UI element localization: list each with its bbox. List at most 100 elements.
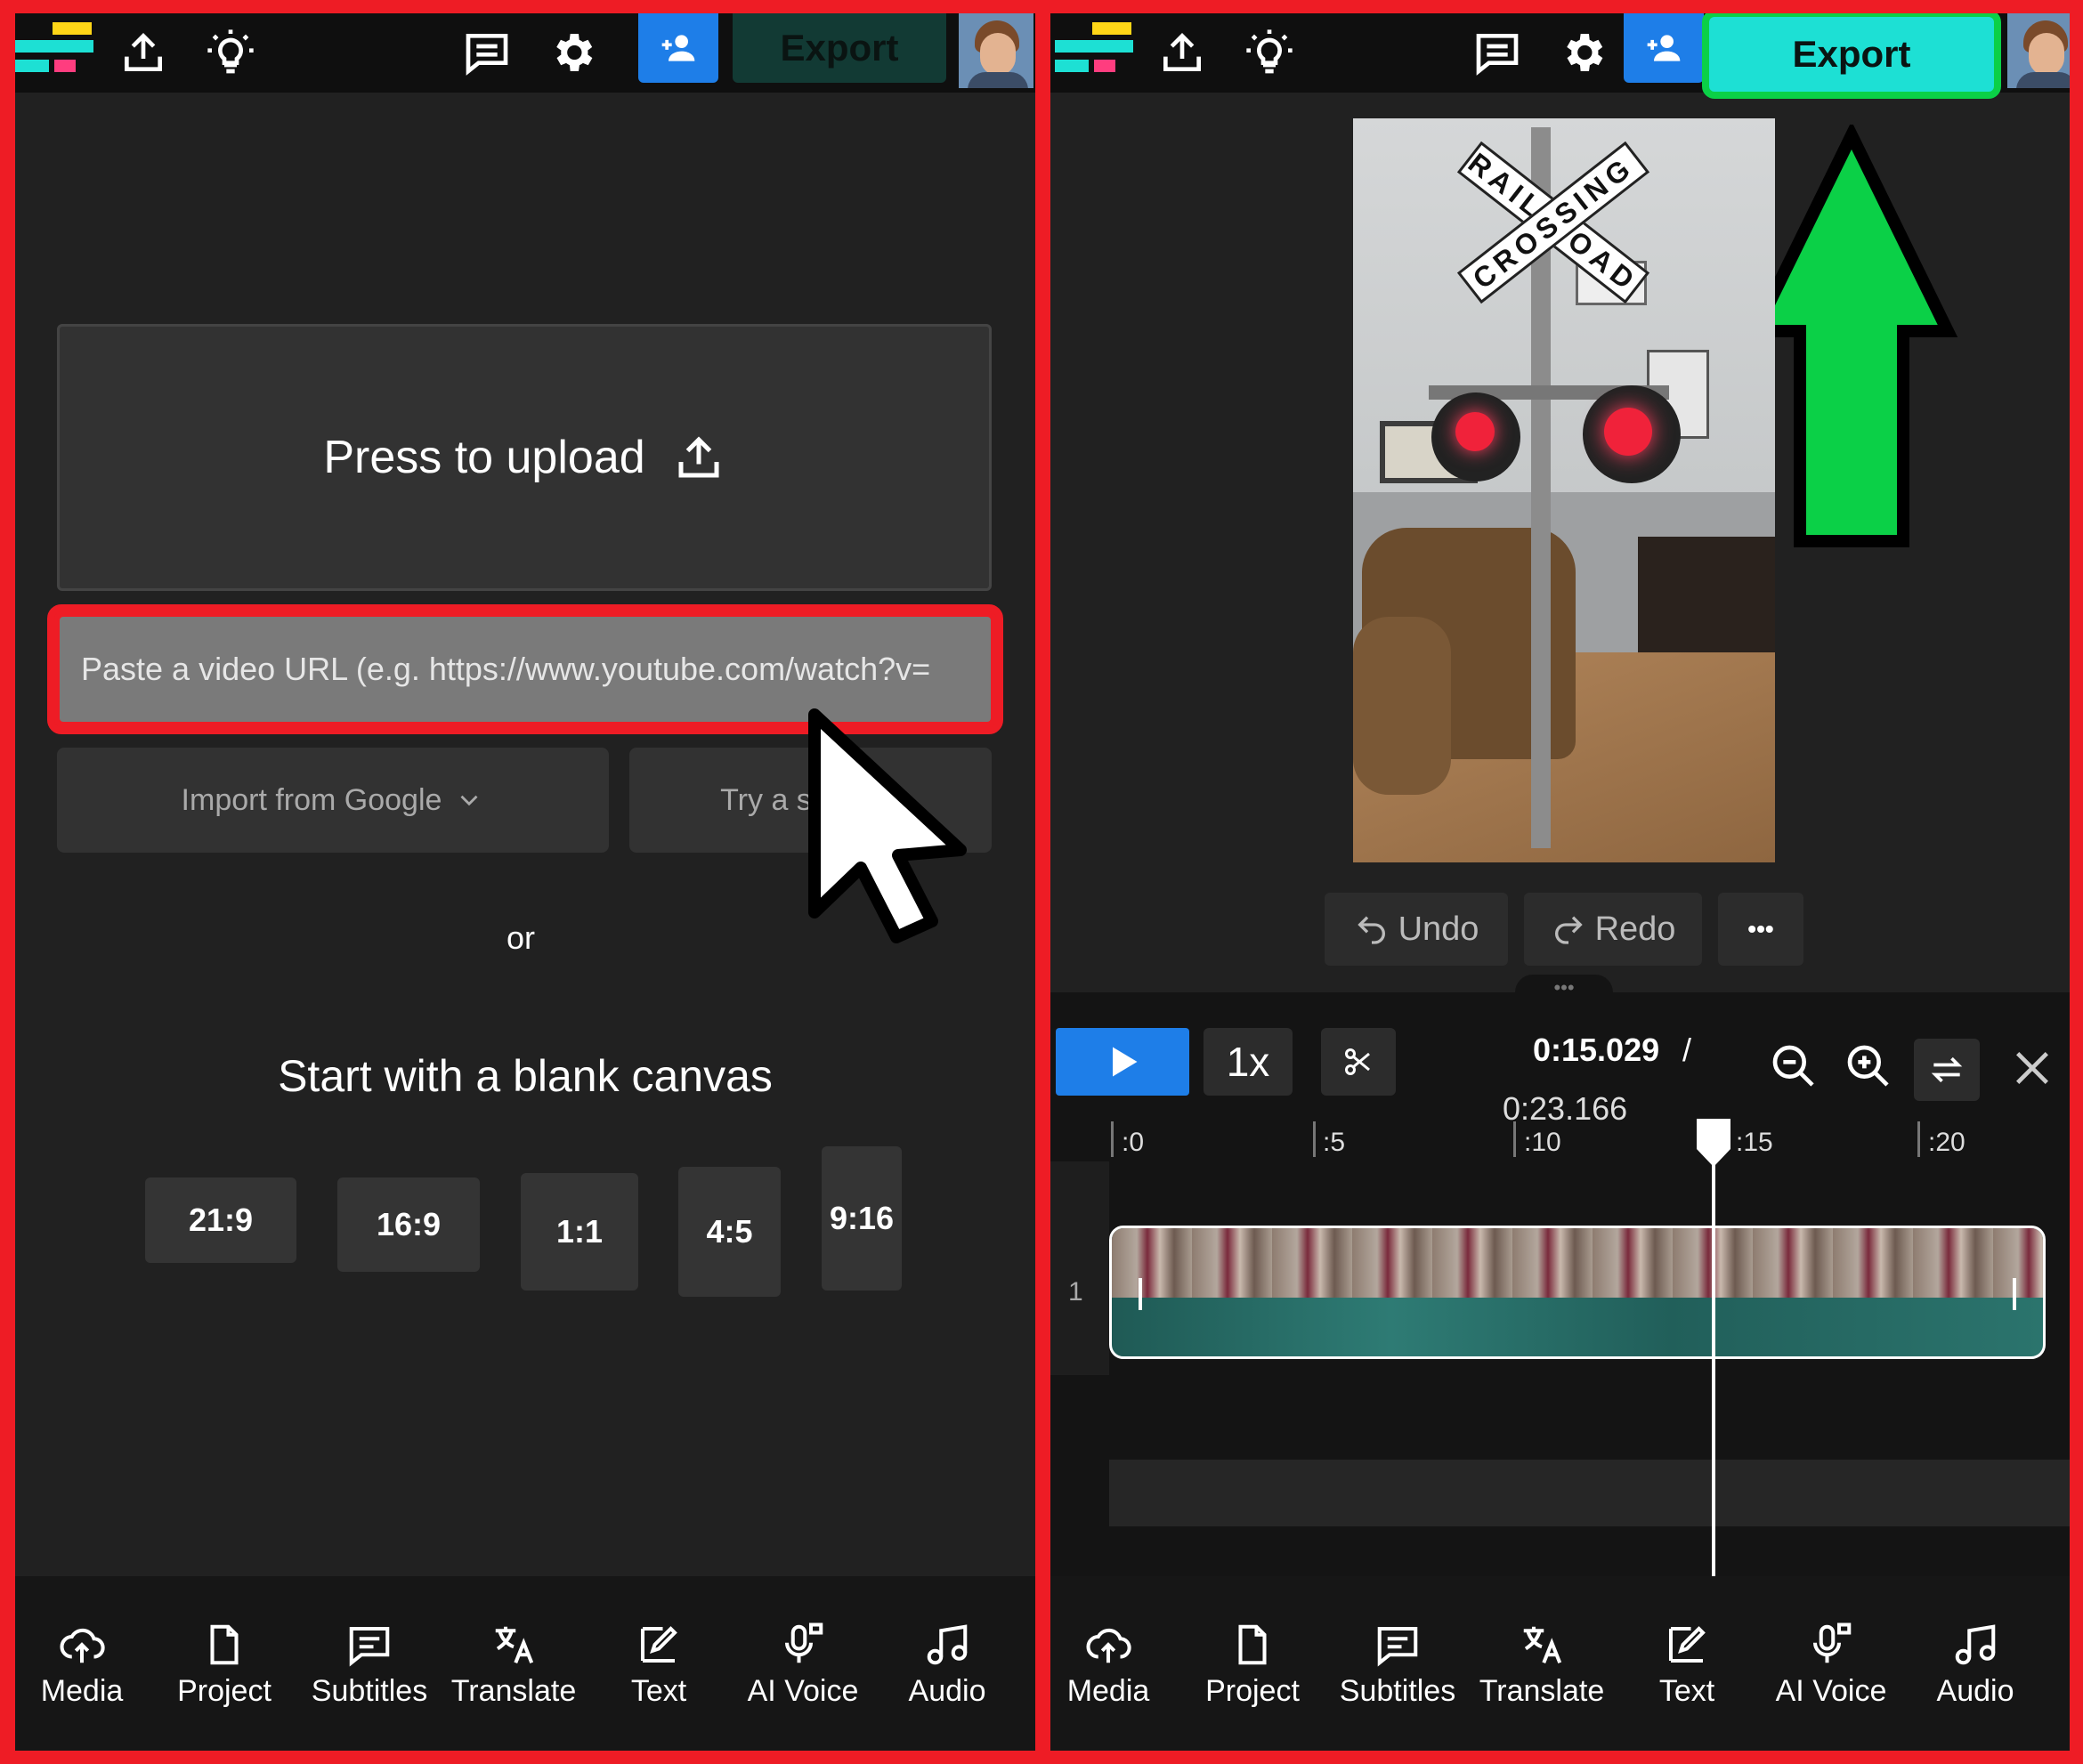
close-timeline-button[interactable]	[2001, 1037, 2063, 1099]
nav-text[interactable]: Text	[1620, 1621, 1754, 1709]
nav-label: Translate	[1479, 1674, 1605, 1708]
playhead[interactable]	[1712, 1119, 1715, 1589]
current-time: 0:15.029	[1533, 1032, 1660, 1068]
fit-timeline-button[interactable]	[1914, 1039, 1980, 1101]
clip-handle-left[interactable]	[1139, 1278, 1142, 1310]
upload-dropzone[interactable]: Press to upload	[57, 324, 992, 591]
swap-arrows-icon	[1931, 1056, 1963, 1083]
nav-label: Project	[1205, 1674, 1300, 1708]
ratio-label: 4:5	[706, 1213, 753, 1250]
more-options-button[interactable]: •••	[1718, 893, 1803, 966]
nav-label: Text	[1658, 1674, 1715, 1708]
nav-label: AI Voice	[1775, 1674, 1887, 1708]
nav-audio[interactable]: Audio	[880, 1621, 1014, 1709]
zoom-out-button[interactable]	[1763, 1035, 1825, 1097]
ruler-tick	[1917, 1121, 1920, 1157]
zoom-in-button[interactable]	[1837, 1035, 1900, 1097]
ruler-tick	[1513, 1121, 1516, 1157]
file-icon	[210, 1624, 239, 1665]
ruler-label: :10	[1524, 1128, 1561, 1157]
nav-project[interactable]: Project	[1186, 1621, 1319, 1709]
nav-label: Text	[630, 1674, 687, 1708]
redo-label: Redo	[1594, 910, 1676, 948]
nav-media[interactable]: Media	[15, 1621, 149, 1709]
ruler-label: :20	[1928, 1128, 1965, 1157]
timeline-drag-handle[interactable]: •••	[1515, 975, 1613, 1010]
upload-icon[interactable]	[1154, 24, 1211, 81]
bottom-nav: Media Project Subtitles Translate Text A…	[15, 1576, 1035, 1751]
music-note-icon	[927, 1624, 968, 1665]
nav-ai-voice[interactable]: AI Voice	[1764, 1621, 1898, 1709]
nav-label: AI Voice	[747, 1674, 859, 1708]
ratio-9-16-button[interactable]: 9:16	[822, 1146, 902, 1291]
speed-label: 1x	[1226, 1039, 1270, 1085]
comments-icon[interactable]	[1469, 24, 1526, 81]
playhead-marker-icon[interactable]	[1695, 1117, 1732, 1169]
nav-label: Media	[1066, 1674, 1150, 1708]
microphone-icon	[784, 1622, 823, 1663]
invite-button[interactable]	[1624, 13, 1704, 83]
redo-button[interactable]: Redo	[1524, 893, 1702, 966]
upload-icon[interactable]	[115, 24, 172, 81]
nav-translate[interactable]: Translate	[1475, 1621, 1609, 1709]
cloud-upload-icon	[1086, 1628, 1131, 1663]
left-panel: Export Press to upload Import from Googl…	[15, 13, 1035, 1751]
playback-speed-button[interactable]: 1x	[1204, 1028, 1293, 1096]
nav-label: Audio	[1936, 1674, 2014, 1708]
zoom-out-icon	[1772, 1045, 1814, 1087]
nav-ai-voice[interactable]: AI Voice	[736, 1621, 870, 1709]
chevron-down-icon	[460, 795, 478, 806]
invite-button[interactable]	[638, 13, 718, 83]
edit-text-icon	[1668, 1626, 1706, 1663]
ratio-label: 21:9	[188, 1202, 254, 1238]
timeline-ruler[interactable]	[1109, 1121, 2070, 1162]
lightbulb-icon[interactable]	[202, 24, 259, 81]
nav-media[interactable]: Media	[1050, 1621, 1175, 1709]
ratio-1-1-button[interactable]: 1:1	[521, 1173, 638, 1291]
nav-translate[interactable]: Translate	[447, 1621, 580, 1709]
avatar[interactable]	[2007, 13, 2070, 88]
export-button[interactable]: Export	[1702, 13, 2001, 99]
zoom-in-icon	[1847, 1045, 1889, 1087]
translate-icon	[495, 1626, 534, 1664]
redo-icon	[1554, 916, 1583, 944]
mouse-pointer-icon	[808, 708, 967, 943]
nav-project[interactable]: Project	[158, 1621, 291, 1709]
play-icon	[1113, 1047, 1138, 1077]
settings-gear-icon[interactable]	[544, 24, 601, 81]
clip-handle-right[interactable]	[2013, 1278, 2016, 1310]
video-preview[interactable]: RAIL ROAD CROSSING	[1353, 118, 1775, 862]
ratio-4-5-button[interactable]: 4:5	[678, 1167, 781, 1297]
import-from-google-button[interactable]: Import from Google	[57, 748, 609, 853]
nav-subtitles[interactable]: Subtitles	[303, 1621, 436, 1709]
nav-label: Media	[40, 1674, 124, 1708]
comments-icon[interactable]	[458, 24, 515, 81]
file-icon	[1238, 1624, 1267, 1665]
nav-audio[interactable]: Audio	[1909, 1621, 2042, 1709]
ratio-label: 9:16	[829, 1200, 895, 1236]
nav-text[interactable]: Text	[592, 1621, 725, 1709]
or-divider-text: or	[507, 919, 536, 956]
nav-label: Subtitles	[1339, 1674, 1456, 1708]
undo-button[interactable]: Undo	[1325, 893, 1508, 966]
avatar[interactable]	[959, 13, 1033, 88]
app-logo[interactable]	[15, 19, 95, 76]
ratio-label: 16:9	[376, 1206, 442, 1242]
green-arrow-annotation	[1745, 125, 1958, 547]
play-button[interactable]	[1056, 1028, 1189, 1096]
nav-label: Audio	[908, 1674, 986, 1708]
nav-subtitles[interactable]: Subtitles	[1331, 1621, 1464, 1709]
split-button[interactable]	[1321, 1028, 1396, 1096]
upload-icon	[678, 436, 719, 478]
video-clip[interactable]	[1109, 1226, 2046, 1359]
app-logo[interactable]	[1055, 19, 1135, 76]
ratio-16-9-button[interactable]: 16:9	[337, 1177, 480, 1272]
export-button[interactable]: Export	[733, 13, 946, 83]
undo-icon	[1357, 916, 1385, 944]
microphone-icon	[1812, 1622, 1852, 1663]
lightbulb-icon[interactable]	[1241, 24, 1298, 81]
ruler-label: :0	[1122, 1128, 1145, 1157]
add-person-icon	[661, 35, 695, 61]
ratio-21-9-button[interactable]: 21:9	[145, 1177, 296, 1263]
settings-gear-icon[interactable]	[1554, 24, 1611, 81]
